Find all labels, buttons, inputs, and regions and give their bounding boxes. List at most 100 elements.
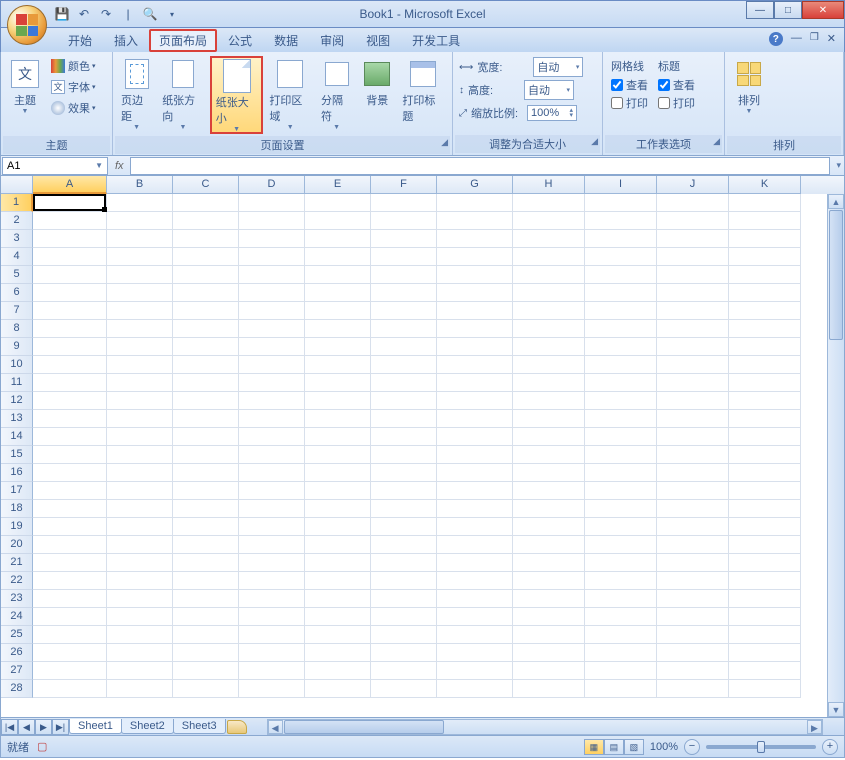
row-header-1[interactable]: 1 [1, 194, 33, 212]
cell[interactable] [305, 482, 371, 500]
row-header-13[interactable]: 13 [1, 410, 33, 428]
cell[interactable] [107, 194, 173, 212]
sheet-nav-button[interactable]: ◀ [18, 719, 35, 735]
cell[interactable] [305, 266, 371, 284]
cell[interactable] [173, 194, 239, 212]
row-header-7[interactable]: 7 [1, 302, 33, 320]
cell[interactable] [657, 662, 729, 680]
cell[interactable] [239, 644, 305, 662]
row-header-11[interactable]: 11 [1, 374, 33, 392]
cell[interactable] [305, 644, 371, 662]
paper-size-button[interactable]: 纸张大小▼ [210, 56, 264, 134]
cell[interactable] [371, 572, 437, 590]
cell[interactable] [437, 446, 513, 464]
cell[interactable] [371, 338, 437, 356]
cell[interactable] [371, 374, 437, 392]
row-header-10[interactable]: 10 [1, 356, 33, 374]
cell[interactable] [173, 374, 239, 392]
cell[interactable] [107, 248, 173, 266]
row-header-26[interactable]: 26 [1, 644, 33, 662]
cell[interactable] [239, 428, 305, 446]
cell[interactable] [371, 356, 437, 374]
cell[interactable] [585, 212, 657, 230]
cell[interactable] [33, 392, 107, 410]
scroll-right-icon[interactable]: ▶ [807, 720, 822, 734]
cell[interactable] [437, 374, 513, 392]
cell[interactable] [585, 518, 657, 536]
cell[interactable] [437, 302, 513, 320]
cell[interactable] [513, 482, 585, 500]
cell[interactable] [437, 680, 513, 698]
cell[interactable] [33, 374, 107, 392]
themes-button[interactable]: 文 主题 ▼ [5, 56, 45, 134]
cell[interactable] [585, 338, 657, 356]
cell[interactable] [437, 230, 513, 248]
theme-fonts-button[interactable]: 文字体▾ [47, 77, 100, 97]
qat-dropdown-icon[interactable]: ▾ [163, 5, 181, 23]
cell[interactable] [585, 284, 657, 302]
cell[interactable] [33, 554, 107, 572]
background-button[interactable]: 背景 [358, 56, 396, 134]
cell[interactable] [585, 230, 657, 248]
cell[interactable] [513, 230, 585, 248]
cell[interactable] [729, 266, 801, 284]
theme-colors-button[interactable]: 颜色▾ [47, 56, 100, 76]
expand-formula-bar-icon[interactable]: ▾ [836, 160, 841, 171]
cell[interactable] [371, 482, 437, 500]
cell[interactable] [305, 230, 371, 248]
cell[interactable] [513, 320, 585, 338]
tab-review[interactable]: 审阅 [309, 28, 355, 52]
tab-page-layout[interactable]: 页面布局 [149, 29, 217, 52]
row-header-5[interactable]: 5 [1, 266, 33, 284]
cell[interactable] [513, 644, 585, 662]
cell[interactable] [173, 626, 239, 644]
row-header-19[interactable]: 19 [1, 518, 33, 536]
cell[interactable] [585, 266, 657, 284]
row-header-2[interactable]: 2 [1, 212, 33, 230]
cell[interactable] [173, 428, 239, 446]
cell[interactable] [729, 392, 801, 410]
cell[interactable] [729, 644, 801, 662]
cell[interactable] [305, 680, 371, 698]
hscroll-thumb[interactable] [284, 720, 444, 734]
cell[interactable] [33, 230, 107, 248]
cell[interactable] [107, 590, 173, 608]
cell[interactable] [239, 536, 305, 554]
zoom-out-button[interactable]: − [684, 739, 700, 755]
cell[interactable] [729, 608, 801, 626]
cell[interactable] [513, 194, 585, 212]
cell[interactable] [107, 266, 173, 284]
cell[interactable] [371, 410, 437, 428]
cell[interactable] [729, 482, 801, 500]
row-header-16[interactable]: 16 [1, 464, 33, 482]
sheet-nav-button[interactable]: |◀ [1, 719, 18, 735]
row-header-27[interactable]: 27 [1, 662, 33, 680]
cell[interactable] [585, 392, 657, 410]
office-button[interactable] [7, 5, 47, 45]
cell[interactable] [33, 590, 107, 608]
cell[interactable] [729, 662, 801, 680]
cell[interactable] [437, 428, 513, 446]
cell[interactable] [371, 662, 437, 680]
cell[interactable] [657, 428, 729, 446]
cell[interactable] [239, 446, 305, 464]
cell[interactable] [107, 626, 173, 644]
cell[interactable] [107, 608, 173, 626]
cell[interactable] [107, 320, 173, 338]
cell[interactable] [513, 392, 585, 410]
cell[interactable] [239, 248, 305, 266]
cell[interactable] [729, 572, 801, 590]
cell[interactable] [437, 590, 513, 608]
cell[interactable] [513, 248, 585, 266]
cell[interactable] [239, 194, 305, 212]
cell[interactable] [729, 446, 801, 464]
tab-home[interactable]: 开始 [57, 28, 103, 52]
row-header-9[interactable]: 9 [1, 338, 33, 356]
cell[interactable] [657, 356, 729, 374]
page-break-view-button[interactable]: ▧ [624, 739, 644, 755]
cell[interactable] [371, 554, 437, 572]
cell[interactable] [513, 662, 585, 680]
cell[interactable] [437, 194, 513, 212]
cell[interactable] [239, 320, 305, 338]
cell[interactable] [729, 284, 801, 302]
